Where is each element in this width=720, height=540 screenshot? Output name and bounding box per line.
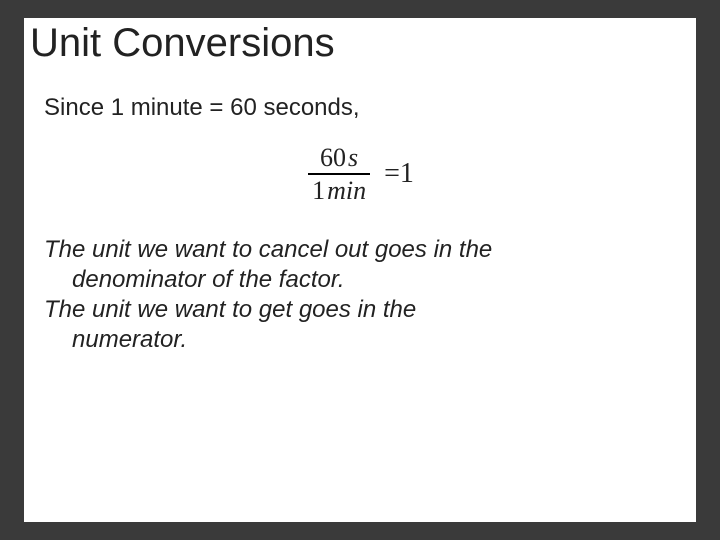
fraction: 60s 1min: [306, 144, 372, 205]
equation-right: =1: [384, 158, 414, 190]
numerator-unit: s: [348, 143, 358, 172]
rule1-line2: denominator of the factor.: [44, 266, 345, 293]
slide-body: Since 1 minute = 60 seconds, 60s 1min: [24, 66, 696, 355]
fraction-numerator: 60s: [308, 144, 370, 175]
denominator-value: 1: [312, 176, 325, 205]
rule2-line1: The unit we want to get goes in the: [44, 296, 416, 323]
slide-background: Unit Conversions Since 1 minute = 60 sec…: [0, 0, 720, 540]
equals-sign: =: [384, 158, 400, 189]
rhs-value: 1: [400, 158, 414, 189]
equation-container: 60s 1min =1: [44, 140, 676, 209]
rule1-line1: The unit we want to cancel out goes in t…: [44, 236, 492, 263]
slide-title: Unit Conversions: [30, 20, 696, 66]
equation: 60s 1min =1: [300, 140, 420, 209]
rule-paragraph-1: The unit we want to cancel out goes in t…: [44, 235, 676, 295]
denominator-unit: min: [327, 176, 366, 205]
rule-paragraph-2: The unit we want to get goes in the nume…: [44, 295, 676, 355]
numerator-value: 60: [320, 143, 346, 172]
rule2-line2: numerator.: [44, 326, 187, 353]
fraction-denominator: 1min: [308, 175, 370, 204]
intro-line: Since 1 minute = 60 seconds,: [44, 94, 676, 122]
content-box: Unit Conversions Since 1 minute = 60 sec…: [24, 18, 696, 522]
